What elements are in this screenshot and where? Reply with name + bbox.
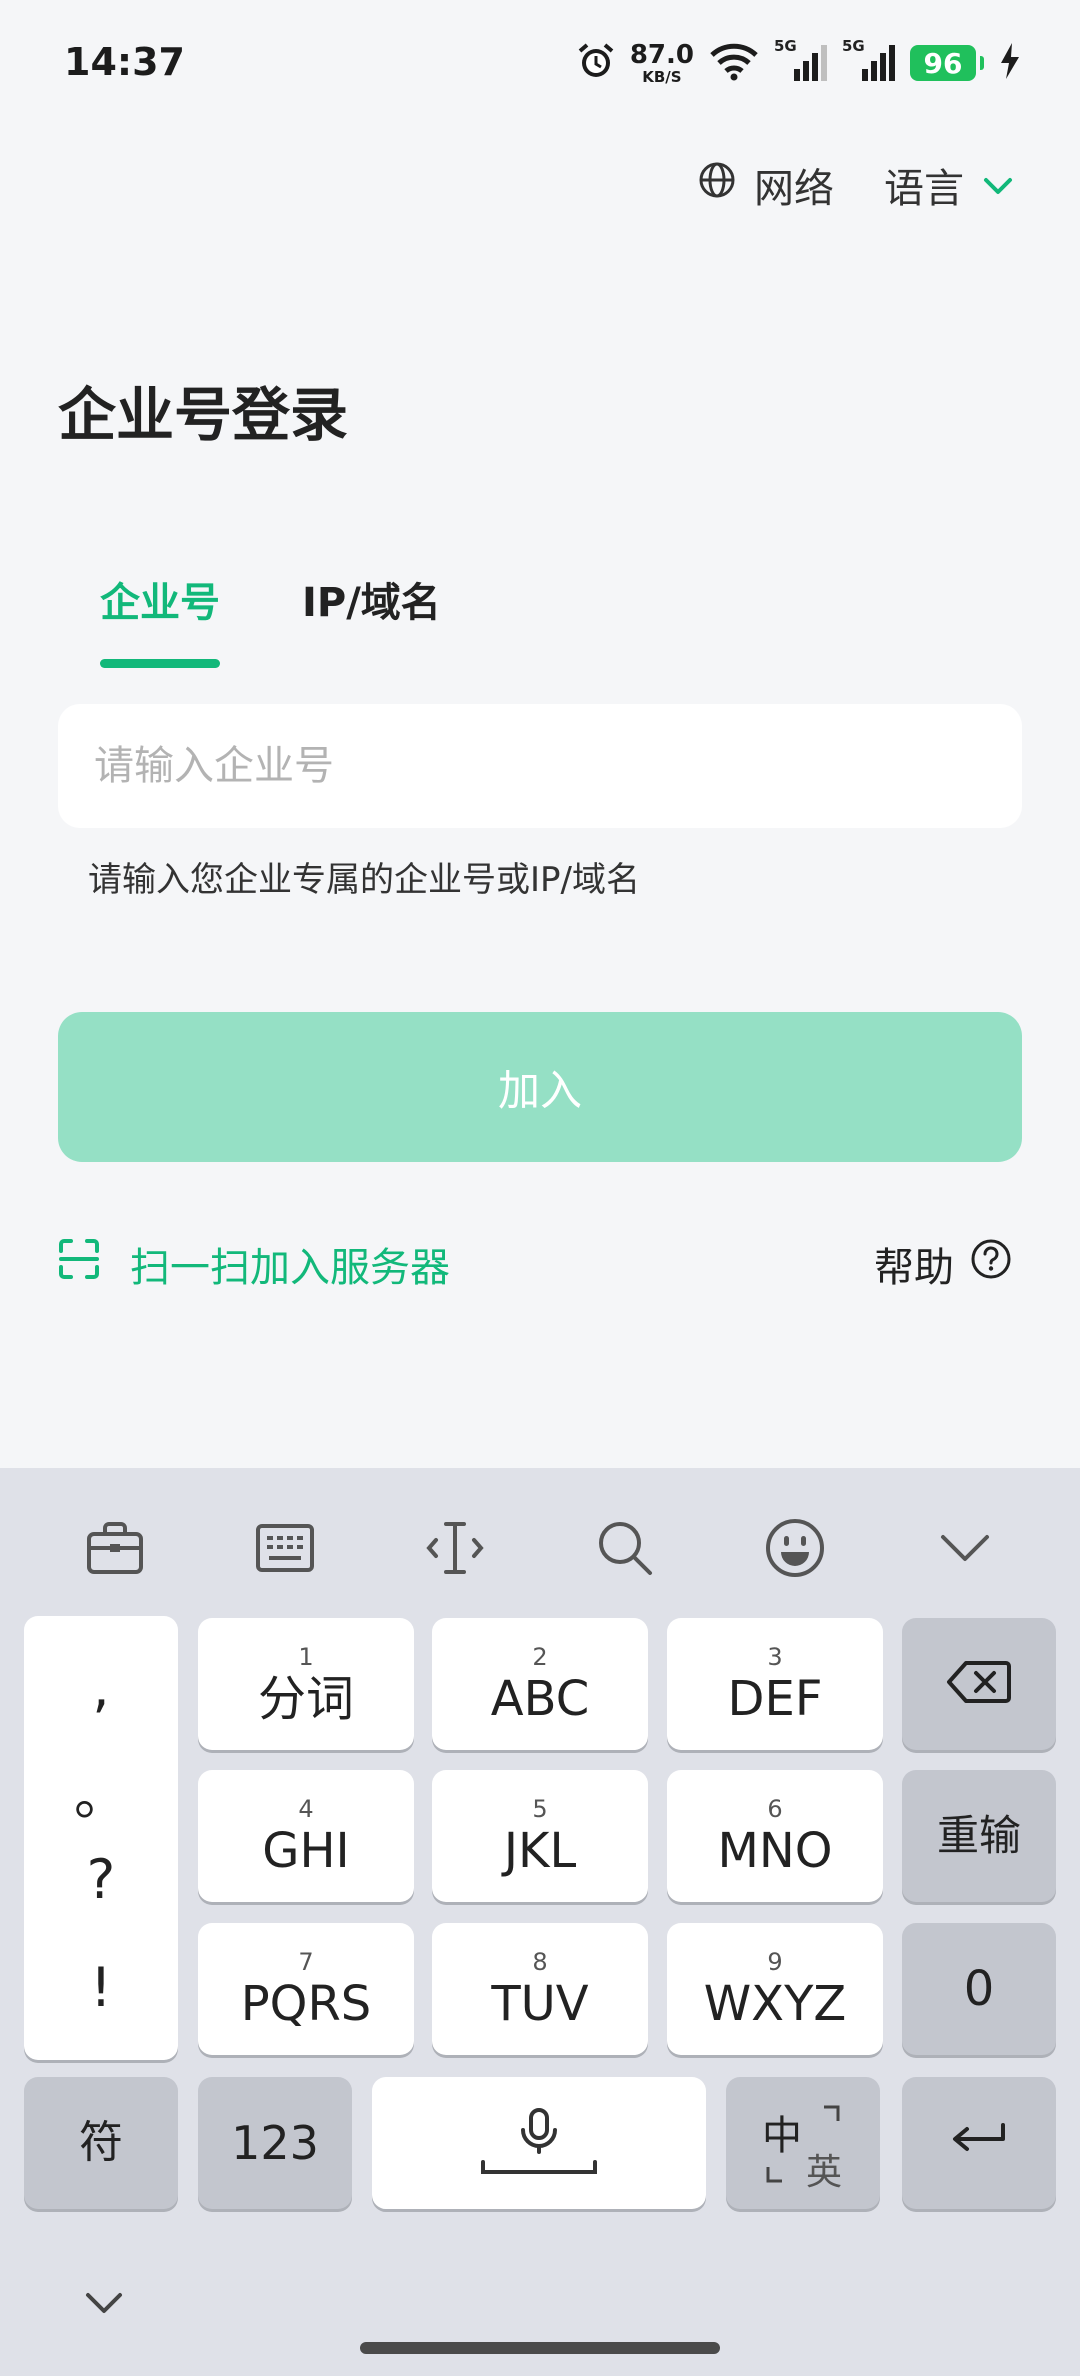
- key-label: 符: [79, 2117, 123, 2168]
- key-number: 5: [532, 1795, 548, 1823]
- scan-icon: [58, 1238, 100, 1290]
- key-label: GHI: [262, 1823, 350, 1879]
- numeric-key[interactable]: 123: [198, 2077, 352, 2209]
- punct-question[interactable]: ?: [24, 1848, 178, 1911]
- key-5[interactable]: 5 JKL: [432, 1770, 648, 1902]
- input-hint: 请输入您企业专属的企业号或IP/域名: [88, 860, 640, 900]
- key-3[interactable]: 3 DEF: [667, 1618, 883, 1750]
- chevron-down-icon: [982, 162, 1014, 208]
- question-circle-icon: [970, 1238, 1012, 1290]
- key-label: 123: [231, 2116, 319, 2170]
- key-number: 7: [298, 1948, 314, 1976]
- punct-exclaim[interactable]: !: [24, 1956, 178, 2019]
- lang-switch-key[interactable]: 中 英: [726, 2077, 880, 2209]
- key-label: 0: [963, 1961, 995, 2017]
- key-4[interactable]: 4 GHI: [198, 1770, 414, 1902]
- key-9[interactable]: 9 WXYZ: [667, 1923, 883, 2055]
- join-button[interactable]: 加入: [58, 1012, 1022, 1162]
- briefcase-icon[interactable]: [70, 1503, 160, 1593]
- symbol-key[interactable]: 符: [24, 2077, 178, 2209]
- signal-label: 5G: [774, 37, 797, 55]
- keyboard-toolbar: [0, 1468, 1080, 1628]
- help-label: 帮助: [874, 1245, 954, 1291]
- key-label: TUV: [491, 1976, 589, 2032]
- signal-label: 5G: [842, 37, 865, 55]
- key-number: 3: [767, 1643, 783, 1671]
- net-speed: 87.0 KB/S: [630, 42, 694, 85]
- signal-icon: 5G: [774, 37, 828, 83]
- login-tabs: 企业号 IP/域名: [100, 570, 441, 668]
- key-label: 分词: [257, 1671, 354, 1727]
- key-label: MNO: [717, 1823, 833, 1879]
- tab-ip-domain[interactable]: IP/域名: [302, 570, 441, 668]
- search-icon[interactable]: [580, 1503, 670, 1593]
- key-6[interactable]: 6 MNO: [667, 1770, 883, 1902]
- help-link[interactable]: 帮助: [874, 1235, 1012, 1293]
- key-7[interactable]: 7 PQRS: [198, 1923, 414, 2055]
- punctuation-column[interactable]: , 。 ? !: [24, 1616, 178, 2060]
- status-bar: 14:37 87.0 KB/S 5G 5G 96: [0, 0, 1080, 120]
- key-label: 重输: [936, 1811, 1021, 1860]
- globe-icon: [698, 161, 736, 209]
- language-label: 语言: [884, 166, 964, 212]
- key-0[interactable]: 0: [902, 1923, 1056, 2055]
- tab-enterprise-id[interactable]: 企业号: [100, 570, 220, 668]
- enter-icon: [949, 2121, 1009, 2165]
- battery-level: 96: [910, 45, 976, 81]
- key-number: 8: [532, 1948, 548, 1976]
- net-speed-value: 87.0: [629, 39, 694, 70]
- text-cursor-icon[interactable]: [410, 1503, 500, 1593]
- alarm-icon: [576, 41, 616, 85]
- status-icons: 87.0 KB/S 5G 5G 96: [576, 37, 1022, 86]
- enter-key[interactable]: [902, 2077, 1056, 2209]
- navigation-handle[interactable]: [360, 2342, 720, 2354]
- status-time: 14:37: [64, 40, 185, 84]
- keyboard-hide-chevron-icon[interactable]: [84, 2290, 124, 2320]
- wifi-icon: [708, 41, 760, 85]
- network-button[interactable]: 网络: [698, 156, 834, 214]
- punct-period[interactable]: 。: [24, 1751, 178, 1830]
- keyboard: , 。 ? ! 1 分词 2 ABC 3 DEF 4 GHI 5 JKL 6 M…: [0, 1468, 1080, 2376]
- net-speed-unit: KB/S: [642, 67, 682, 86]
- key-label: WXYZ: [703, 1976, 847, 2032]
- key-2[interactable]: 2 ABC: [432, 1618, 648, 1750]
- key-label: PQRS: [240, 1976, 372, 2032]
- battery-tip: [980, 56, 984, 70]
- network-label: 网络: [754, 166, 834, 212]
- charging-icon: [998, 41, 1022, 85]
- scan-join-server-link[interactable]: 扫一扫加入服务器: [58, 1235, 450, 1293]
- scan-label: 扫一扫加入服务器: [130, 1245, 450, 1291]
- punct-comma[interactable]: ,: [24, 1656, 178, 1719]
- microphone-icon: [479, 2106, 599, 2180]
- battery-indicator: 96: [910, 45, 984, 81]
- backspace-key[interactable]: [902, 1618, 1056, 1750]
- reinput-key[interactable]: 重输: [902, 1770, 1056, 1902]
- key-number: 2: [532, 1643, 548, 1671]
- keyboard-icon[interactable]: [240, 1503, 330, 1593]
- language-dropdown[interactable]: 语言: [884, 156, 1014, 214]
- key-1[interactable]: 1 分词: [198, 1618, 414, 1750]
- key-label: ABC: [490, 1671, 590, 1727]
- key-number: 6: [767, 1795, 783, 1823]
- key-label: JKL: [503, 1823, 577, 1879]
- top-actions: 网络 语言: [698, 150, 1014, 220]
- emoji-icon[interactable]: [750, 1503, 840, 1593]
- key-number: 4: [298, 1795, 314, 1823]
- signal-icon: 5G: [842, 37, 896, 83]
- collapse-keyboard-icon[interactable]: [920, 1503, 1010, 1593]
- key-8[interactable]: 8 TUV: [432, 1923, 648, 2055]
- enterprise-id-input[interactable]: [58, 704, 1022, 828]
- page-title: 企业号登录: [58, 381, 349, 449]
- corner-brackets-icon: [726, 2077, 880, 2213]
- key-label: DEF: [727, 1671, 823, 1727]
- key-number: 9: [767, 1948, 783, 1976]
- key-number: 1: [298, 1643, 314, 1671]
- space-voice-key[interactable]: [372, 2077, 706, 2209]
- backspace-icon: [946, 1660, 1012, 1708]
